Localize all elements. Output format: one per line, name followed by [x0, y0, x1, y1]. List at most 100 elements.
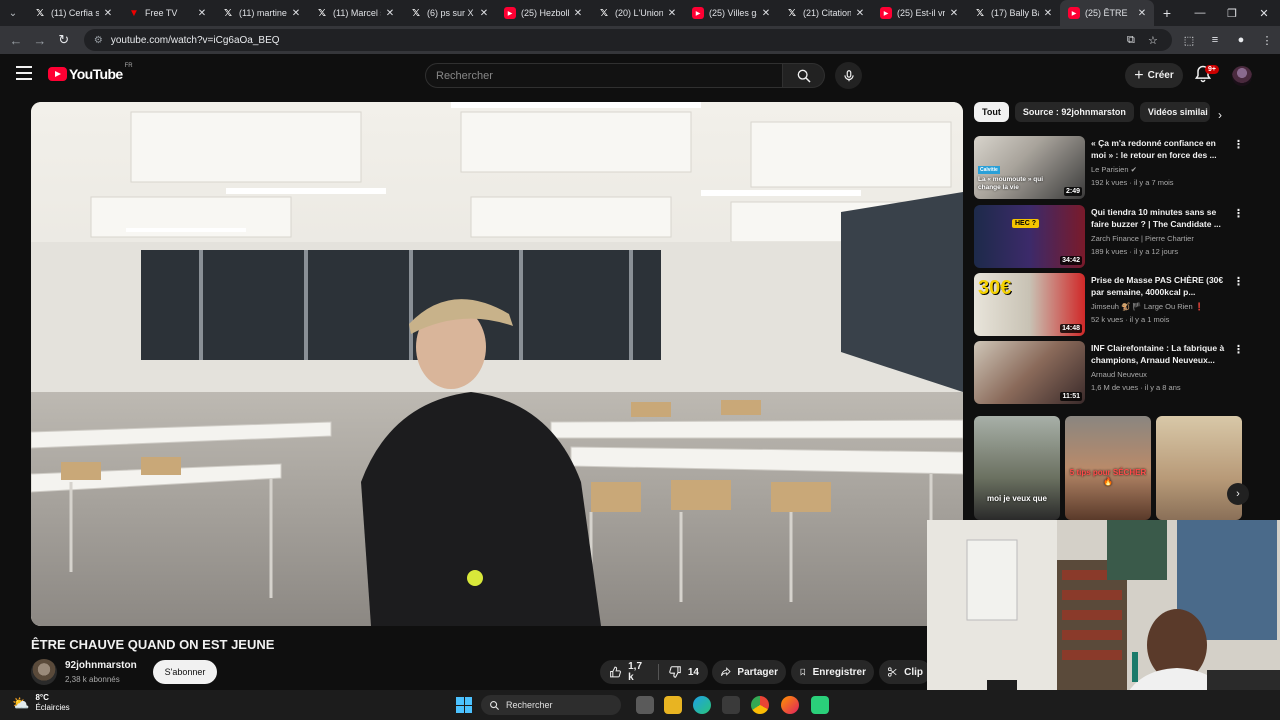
address-bar[interactable]: ⚙ youtube.com/watch?v=iCg6aOa_BEQ ⧉ ☆ [83, 29, 1172, 51]
browser-tab[interactable]: 𝕏 (6) ps sur X ✕ [402, 0, 496, 26]
search-input[interactable] [436, 69, 782, 82]
video-title[interactable]: Prise de Masse PAS CHÈRE (30€ par semain… [1091, 274, 1227, 298]
chevron-right-icon[interactable]: › [1227, 483, 1249, 505]
search-button[interactable] [783, 63, 825, 88]
account-avatar[interactable] [1232, 66, 1252, 86]
hamburger-menu-icon[interactable] [16, 66, 32, 80]
restore-icon[interactable]: ❐ [1216, 7, 1248, 20]
browser-tab[interactable]: ▶ (25) Est-il vrai✕ [872, 0, 966, 26]
like-button[interactable]: 1,7 k [600, 660, 658, 684]
more-options-icon[interactable]: ⋮ [1233, 207, 1244, 220]
close-icon[interactable]: ✕ [854, 8, 866, 19]
media-controls-icon[interactable]: ≡ [1202, 34, 1228, 47]
video-thumbnail[interactable]: HEC ? 34:42 [974, 205, 1085, 268]
site-info-icon[interactable]: ⚙ [94, 35, 103, 46]
subscribe-button[interactable]: S'abonner [153, 660, 217, 684]
video-player[interactable] [31, 102, 963, 626]
close-window-icon[interactable]: ✕ [1248, 7, 1280, 20]
short-card[interactable] [1156, 416, 1242, 520]
task-view-icon[interactable] [636, 696, 654, 714]
share-label: Partager [737, 666, 778, 678]
browser-toolbar: ← → ↻ ⚙ youtube.com/watch?v=iCg6aOa_BEQ … [0, 26, 1280, 54]
new-tab-button[interactable]: + [1154, 5, 1180, 21]
close-icon[interactable]: ✕ [760, 8, 772, 19]
reload-icon[interactable]: ↻ [52, 32, 76, 48]
file-explorer-icon[interactable] [664, 696, 682, 714]
tab-search-button[interactable]: ⌄ [0, 0, 26, 26]
back-icon[interactable]: ← [4, 33, 28, 48]
browser-tab[interactable]: 𝕏 (11) Marcel sur X✕ [308, 0, 402, 26]
chip-source[interactable]: Source : 92johnmarston [1014, 102, 1134, 122]
windows-start-icon[interactable] [456, 697, 472, 713]
bookmark-star-icon[interactable]: ☆ [1142, 34, 1164, 47]
thumb-badge: Calvitie [978, 166, 1000, 174]
browser-tab[interactable]: ▼ Free TV ✕ [120, 0, 214, 26]
short-card[interactable]: 5 tips pour SÉCHER 🔥 [1065, 416, 1151, 520]
forward-icon[interactable]: → [28, 33, 52, 48]
minimize-icon[interactable]: — [1184, 7, 1216, 20]
dislike-button[interactable]: 14 [659, 660, 708, 684]
chip-all[interactable]: Tout [974, 102, 1009, 122]
video-title[interactable]: Qui tiendra 10 minutes sans se faire buz… [1091, 206, 1227, 230]
browser-tab[interactable]: ▶ (25) Villes gay✕ [684, 0, 778, 26]
store-icon[interactable] [722, 696, 740, 714]
close-icon[interactable]: ✕ [478, 8, 490, 19]
channel-name[interactable]: Le Parisien ✔ [1091, 165, 1137, 174]
browser-tab[interactable]: 𝕏 (11) martine sur X✕ [214, 0, 308, 26]
chevron-right-icon[interactable]: › [1218, 108, 1222, 122]
windows-taskbar: ⛅ 8°C Éclaircies Rechercher [0, 690, 1280, 720]
tab-title: (11) Marcel sur X [333, 8, 381, 18]
save-button[interactable]: Enregistrer [791, 660, 874, 684]
channel-name[interactable]: 92johnmarston [65, 660, 137, 671]
related-video[interactable]: HEC ? 34:42 Qui tiendra 10 minutes sans … [974, 205, 1249, 269]
short-card[interactable]: moi je veux que [974, 416, 1060, 520]
more-options-icon[interactable]: ⋮ [1233, 275, 1244, 288]
close-icon[interactable]: ✕ [948, 8, 960, 19]
taskbar-search[interactable]: Rechercher [481, 695, 621, 715]
create-button[interactable]: + Créer [1125, 63, 1183, 88]
video-title[interactable]: INF Clairefontaine : La fabrique à champ… [1091, 342, 1227, 366]
close-icon[interactable]: ✕ [196, 8, 208, 19]
close-icon[interactable]: ✕ [1136, 8, 1148, 19]
browser-tab[interactable]: ▶ (25) Hezbollah✕ [496, 0, 590, 26]
related-video[interactable]: Calvitie La « moumoute » qui change la v… [974, 136, 1249, 200]
browser-menu-icon[interactable]: ⋮ [1254, 34, 1280, 47]
profile-icon[interactable]: ● [1228, 34, 1254, 47]
weather-widget[interactable]: ⛅ 8°C Éclaircies [12, 693, 70, 713]
chrome-icon[interactable] [751, 696, 769, 714]
video-thumbnail[interactable]: 30€ 14:48 [974, 273, 1085, 336]
browser-tab[interactable]: 𝕏 (17) Bally Bat✕ [966, 0, 1060, 26]
extensions-icon[interactable]: ⬚ [1176, 34, 1202, 47]
related-video[interactable]: 30€ 14:48 Prise de Masse PAS CHÈRE (30€ … [974, 273, 1249, 337]
cast-icon[interactable]: ⧉ [1120, 34, 1142, 47]
edge-icon[interactable] [693, 696, 711, 714]
more-options-icon[interactable]: ⋮ [1233, 343, 1244, 356]
related-video[interactable]: 11:51 INF Clairefontaine : La fabrique à… [974, 341, 1249, 405]
close-icon[interactable]: ✕ [384, 8, 396, 19]
share-button[interactable]: Partager [712, 660, 786, 684]
thumbs-up-icon [610, 666, 621, 678]
close-icon[interactable]: ✕ [290, 8, 302, 19]
channel-name[interactable]: Jimseuh 🐒 🏴 Large Ou Rien ❗ [1091, 302, 1204, 311]
browser-tab-active[interactable]: ▶ (25) ÊTRE ✕ [1060, 0, 1154, 26]
video-thumbnail[interactable]: 11:51 [974, 341, 1085, 404]
youtube-logo[interactable]: YouTube FR [48, 63, 133, 82]
channel-name[interactable]: Zarch Finance | Pierre Chartier [1091, 234, 1194, 243]
browser-tab[interactable]: 𝕏 (11) Cerfia sur X✕ [26, 0, 120, 26]
video-thumbnail[interactable]: Calvitie La « moumoute » qui change la v… [974, 136, 1085, 199]
browser-tab[interactable]: 𝕏 (20) L'Union ✕ [590, 0, 684, 26]
close-icon[interactable]: ✕ [572, 8, 584, 19]
video-title[interactable]: « Ça m'a redonné confiance en moi » : le… [1091, 137, 1227, 161]
close-icon[interactable]: ✕ [1042, 8, 1054, 19]
channel-name[interactable]: Arnaud Neuveux [1091, 370, 1147, 379]
clip-button[interactable]: Clip [879, 660, 931, 684]
chip-related[interactable]: Vidéos similai [1139, 102, 1210, 122]
browser-tab[interactable]: 𝕏 (21) Citation ✕ [778, 0, 872, 26]
app-icon[interactable] [811, 696, 829, 714]
close-icon[interactable]: ✕ [102, 8, 114, 19]
firefox-icon[interactable] [781, 696, 799, 714]
channel-avatar[interactable] [31, 659, 57, 685]
voice-search-button[interactable] [835, 62, 862, 89]
more-options-icon[interactable]: ⋮ [1233, 138, 1244, 151]
close-icon[interactable]: ✕ [666, 8, 678, 19]
